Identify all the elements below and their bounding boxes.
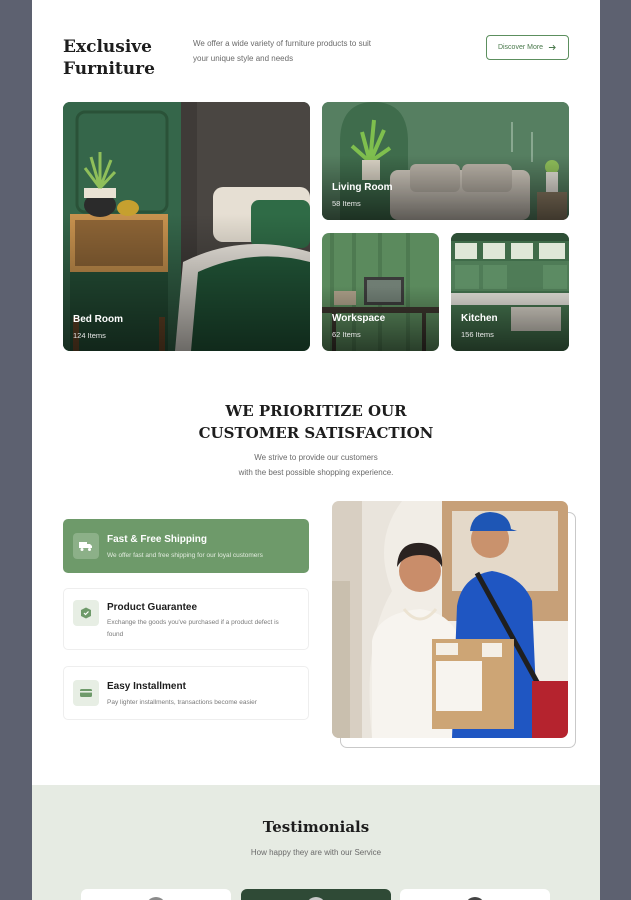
discover-more-button[interactable]: Discover More (486, 35, 569, 60)
arrow-right-icon (548, 44, 556, 51)
feature-title: Fast & Free Shipping (107, 534, 208, 545)
desc-line-2: your unique style and needs (193, 54, 294, 63)
feature-title: Product Guarantee (107, 602, 198, 613)
box-check-icon (73, 600, 99, 626)
testimonials-subtitle: How happy they are with our Service (250, 848, 382, 857)
feature-desc: Exchange the goods you've purchased if a… (107, 619, 279, 638)
desc-line-1: We offer a wide variety of furniture pro… (193, 39, 372, 48)
feature-desc: Pay lighter installments, transactions b… (107, 699, 257, 706)
feature-card-guarantee[interactable]: Product Guarantee Exchange the goods you… (63, 588, 309, 650)
feature-title: Easy Installment (107, 681, 186, 692)
section-description: We offer a wide variety of furniture pro… (193, 36, 413, 66)
category-card-kitchen[interactable]: Kitchen 156 Items (451, 233, 569, 351)
satisfaction-title-line-1: WE PRIORITIZE OUR (225, 402, 407, 420)
category-name: Bed Room (73, 314, 123, 325)
feature-desc: We offer fast and free shipping for our … (107, 552, 263, 559)
category-count: 156 Items (461, 330, 494, 339)
testimonials-title: Testimonials (262, 818, 370, 836)
delivery-image (332, 501, 568, 738)
page: Exclusive Furniture We offer a wide vari… (32, 0, 600, 900)
category-name: Workspace (332, 313, 386, 324)
card-icon (73, 680, 99, 706)
delivery-photo (332, 501, 568, 738)
category-card-bedroom[interactable]: Bed Room 124 Items (63, 102, 310, 351)
satisfaction-sub-line-2: with the best possible shopping experien… (238, 468, 394, 477)
category-name: Kitchen (461, 313, 498, 324)
satisfaction-sub-line-1: We strive to provide our customers (254, 453, 378, 462)
testimonial-card[interactable] (400, 889, 550, 900)
feature-card-installment[interactable]: Easy Installment Pay lighter installment… (63, 666, 309, 720)
discover-more-label: Discover More (497, 44, 544, 51)
category-count: 124 Items (73, 331, 106, 340)
title-line-2: Furniture (63, 59, 155, 79)
category-count: 58 Items (332, 199, 361, 208)
testimonials-section: Testimonials How happy they are with our… (32, 785, 600, 900)
category-name: Living Room (332, 182, 393, 193)
testimonial-card[interactable] (241, 889, 391, 900)
category-card-living-room[interactable]: Living Room 58 Items (322, 102, 569, 220)
category-count: 62 Items (332, 330, 361, 339)
satisfaction-title: WE PRIORITIZE OUR CUSTOMER SATISFACTION (32, 400, 600, 444)
title-line-1: Exclusive (63, 37, 152, 57)
category-card-workspace[interactable]: Workspace 62 Items (322, 233, 439, 351)
feature-card-shipping[interactable]: Fast & Free Shipping We offer fast and f… (63, 519, 309, 573)
section-title: Exclusive Furniture (63, 36, 155, 80)
testimonial-card[interactable] (81, 889, 231, 900)
satisfaction-title-line-2: CUSTOMER SATISFACTION (198, 424, 434, 442)
truck-icon (73, 533, 99, 559)
satisfaction-subtitle: We strive to provide our customers with … (32, 450, 600, 480)
